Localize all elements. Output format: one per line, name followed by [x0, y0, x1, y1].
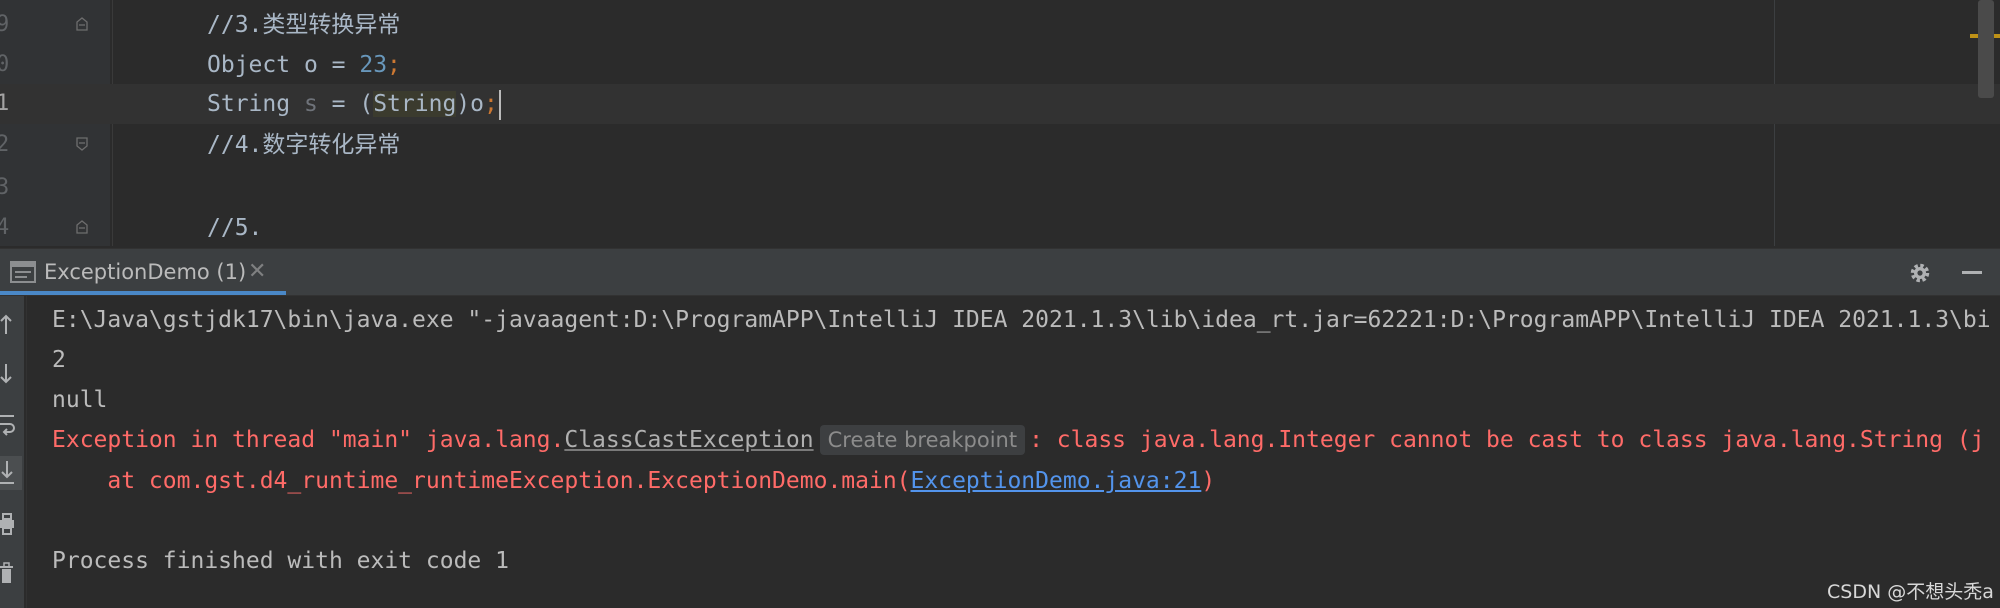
minimize-icon[interactable]: [1962, 271, 1982, 274]
trash-icon[interactable]: [0, 558, 22, 592]
code-plain: = (: [317, 91, 374, 117]
console-output-line: null: [52, 387, 108, 413]
code-semicolon: ;: [484, 91, 498, 117]
code-line[interactable]: 0 Object o = 23;: [0, 45, 2000, 85]
code-number: 23: [359, 52, 388, 78]
code-plain: o =: [290, 52, 360, 78]
fold-marker-icon[interactable]: [75, 220, 89, 234]
line-number: 9: [0, 12, 10, 37]
code-comment: //4.数字转化异常: [207, 132, 401, 158]
run-tool-window-header: ExceptionDemo (1) ✕: [0, 248, 2000, 296]
code-comment: //3.类型转换异常: [207, 12, 401, 38]
gear-icon[interactable]: [1908, 261, 1932, 285]
console-stacktrace-line: at com.gst.d4_runtime_runtimeException.E…: [52, 461, 1215, 501]
stacktrace-suffix: ): [1201, 468, 1216, 494]
create-breakpoint-hint[interactable]: Create breakpoint: [819, 425, 1026, 455]
console-output-line: 2: [52, 347, 66, 373]
print-icon[interactable]: [0, 508, 22, 542]
code-line[interactable]: 2 //4.数字转化异常: [0, 125, 2000, 165]
code-line[interactable]: 3: [0, 168, 2000, 208]
line-number: 3: [0, 175, 10, 200]
code-unused-var: s: [303, 91, 318, 117]
console-tab-icon: [10, 261, 36, 283]
close-icon[interactable]: ✕: [248, 249, 266, 295]
code-cast-type: String: [373, 91, 457, 117]
line-number: 1: [0, 91, 10, 116]
scroll-to-end-icon[interactable]: [0, 456, 22, 490]
console-exit-line: Process finished with exit code 1: [52, 548, 509, 574]
console-exception-line: Exception in thread "main" java.lang.Cla…: [52, 420, 1985, 460]
line-number: 4: [0, 215, 10, 240]
run-console[interactable]: E:\Java\gstjdk17\bin\java.exe "-javaagen…: [0, 296, 2000, 608]
code-text: String s = (String)o;: [207, 84, 501, 124]
source-location-link[interactable]: ExceptionDemo.java:21: [911, 468, 1202, 494]
console-toolbar: [0, 296, 24, 608]
active-tab-indicator: [0, 291, 286, 295]
soft-wrap-icon[interactable]: [0, 408, 22, 442]
code-line[interactable]: 4 //5.: [0, 208, 2000, 246]
code-type: String: [207, 91, 291, 117]
run-tab[interactable]: ExceptionDemo (1) ✕: [0, 249, 286, 295]
code-line-current[interactable]: 1 String s = (String)o;: [0, 84, 2000, 124]
fold-marker-icon[interactable]: [75, 17, 89, 31]
console-toolbar-separator: [26, 296, 27, 608]
fold-marker-icon[interactable]: [75, 137, 89, 151]
line-number: 2: [0, 132, 10, 157]
code-plain: )o: [456, 91, 484, 117]
code-semicolon: ;: [387, 52, 401, 78]
text-caret: [498, 89, 501, 120]
code-line[interactable]: 9 //3.类型转换异常: [0, 5, 2000, 45]
arrow-up-icon[interactable]: [0, 308, 22, 342]
code-type: Object: [207, 52, 291, 78]
exception-prefix: Exception in thread "main" java.lang.: [52, 427, 565, 453]
arrow-down-icon[interactable]: [0, 358, 22, 392]
exception-message: : class java.lang.Integer cannot be cast…: [1029, 427, 1985, 453]
run-tab-label: ExceptionDemo (1): [44, 260, 247, 284]
watermark: CSDN @不想头秃a: [1827, 581, 1994, 603]
line-number: 0: [0, 52, 10, 77]
stacktrace-prefix: at com.gst.d4_runtime_runtimeException.E…: [52, 468, 911, 494]
exception-class-link[interactable]: ClassCastException: [564, 427, 813, 453]
console-command-line: E:\Java\gstjdk17\bin\java.exe "-javaagen…: [52, 307, 1991, 333]
editor-scrollbar[interactable]: [1978, 0, 1994, 98]
code-comment: //5.: [207, 215, 263, 241]
code-text: Object o = 23;: [207, 45, 401, 85]
code-editor[interactable]: 9 //3.类型转换异常 0 Object o = 23; 1 String s…: [0, 0, 2000, 246]
